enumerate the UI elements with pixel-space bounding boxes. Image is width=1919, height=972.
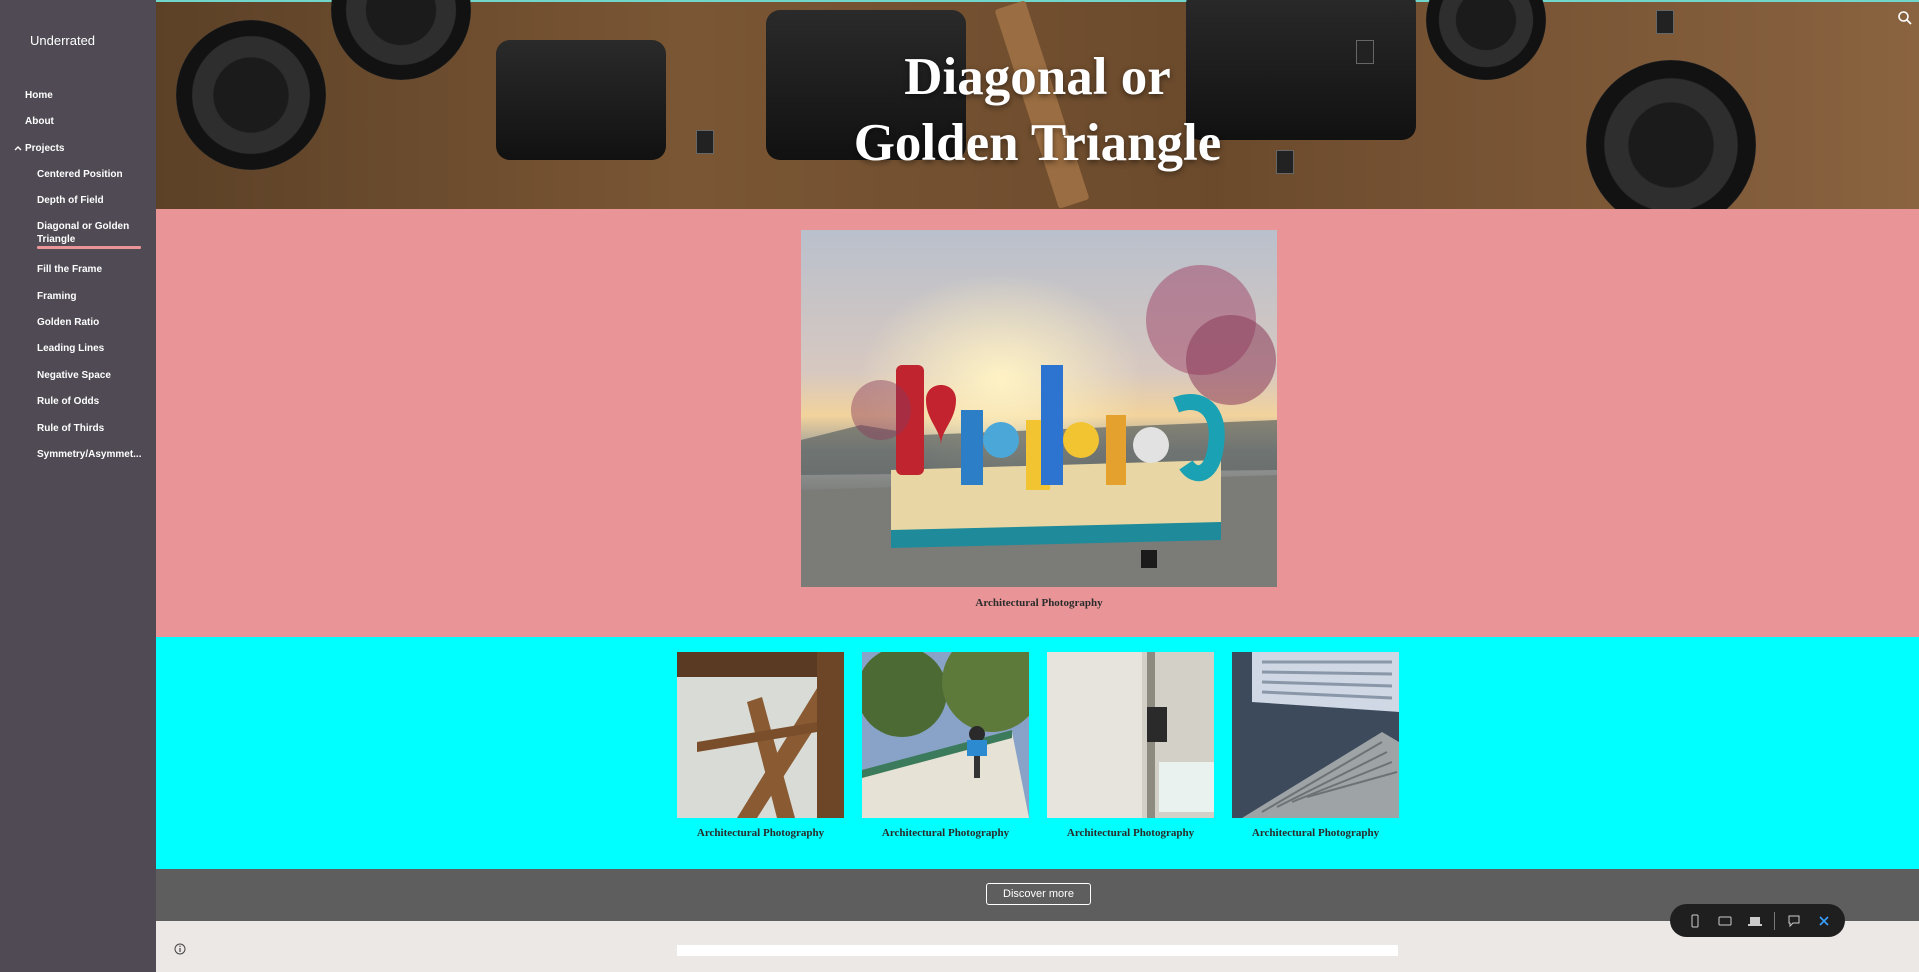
nav-item-fill-the-frame[interactable]: Fill the Frame <box>37 263 141 276</box>
concrete-stairs-image <box>1232 652 1399 818</box>
gallery-section: Architectural Photography Architectural … <box>156 637 1919 869</box>
gallery-photo-4[interactable] <box>1232 652 1399 818</box>
gallery-photo-2[interactable] <box>862 652 1029 818</box>
staircase-railing-image <box>677 652 844 818</box>
nav-item-rule-of-odds[interactable]: Rule of Odds <box>37 395 141 408</box>
discover-more-button[interactable]: Discover more <box>986 883 1091 905</box>
nav-projects[interactable]: Projects <box>25 142 64 155</box>
page-title: Diagonal or Golden Triangle <box>156 44 1919 176</box>
wall-climbing-image <box>862 652 1029 818</box>
active-indicator <box>37 246 141 249</box>
chevron-up-icon[interactable] <box>13 143 23 153</box>
nav-item-leading-lines[interactable]: Leading Lines <box>37 342 141 355</box>
nav-home[interactable]: Home <box>25 89 53 102</box>
gallery-caption-1: Architectural Photography <box>696 827 825 839</box>
info-icon[interactable] <box>174 943 186 955</box>
laptop-icon[interactable] <box>1744 910 1766 932</box>
gallery-caption-3: Architectural Photography <box>1066 827 1195 839</box>
phone-icon[interactable] <box>1684 910 1706 932</box>
gallery-photo-3[interactable] <box>1047 652 1214 818</box>
gallery-caption-2: Architectural Photography <box>881 827 1010 839</box>
nav-item-negative-space[interactable]: Negative Space <box>37 369 141 382</box>
main-content: Diagonal or Golden Triangle Architectura… <box>156 0 1919 972</box>
site-title[interactable]: Underrated <box>30 33 95 48</box>
kapalong-sign-image <box>801 230 1277 587</box>
footer-placeholder-bar <box>677 945 1398 956</box>
nav-item-golden-ratio[interactable]: Golden Ratio <box>37 316 141 329</box>
close-icon[interactable] <box>1813 910 1835 932</box>
nav-item-diagonal-golden-triangle[interactable]: Diagonal or Golden Triangle <box>37 220 141 246</box>
preview-toolbar <box>1670 904 1845 937</box>
page-title-line-1: Diagonal or <box>904 48 1171 106</box>
sidebar: Underrated Home About Projects Centered … <box>0 0 156 972</box>
sd-card-image <box>1656 10 1674 34</box>
featured-caption: Architectural Photography <box>975 597 1103 609</box>
tablet-icon[interactable] <box>1714 910 1736 932</box>
feedback-icon[interactable] <box>1783 910 1805 932</box>
gallery-caption-4: Architectural Photography <box>1251 827 1380 839</box>
gallery-photo-1[interactable] <box>677 652 844 818</box>
page-title-line-2: Golden Triangle <box>853 114 1222 172</box>
nav-about[interactable]: About <box>25 115 54 128</box>
nav-item-symmetry[interactable]: Symmetry/Asymmet... <box>37 448 142 461</box>
nav-item-rule-of-thirds[interactable]: Rule of Thirds <box>37 422 141 435</box>
discover-section: Discover more <box>156 869 1919 921</box>
nav-item-framing[interactable]: Framing <box>37 290 141 303</box>
footer <box>156 921 1919 972</box>
toolbar-divider <box>1774 911 1775 930</box>
nav-item-centered-position[interactable]: Centered Position <box>37 168 141 181</box>
hero-banner: Diagonal or Golden Triangle <box>156 0 1919 209</box>
hallway-window-image <box>1047 652 1214 818</box>
featured-section: Architectural Photography <box>156 209 1919 637</box>
nav-item-depth-of-field[interactable]: Depth of Field <box>37 194 141 207</box>
search-icon[interactable] <box>1897 10 1913 26</box>
featured-photo[interactable] <box>801 230 1277 587</box>
